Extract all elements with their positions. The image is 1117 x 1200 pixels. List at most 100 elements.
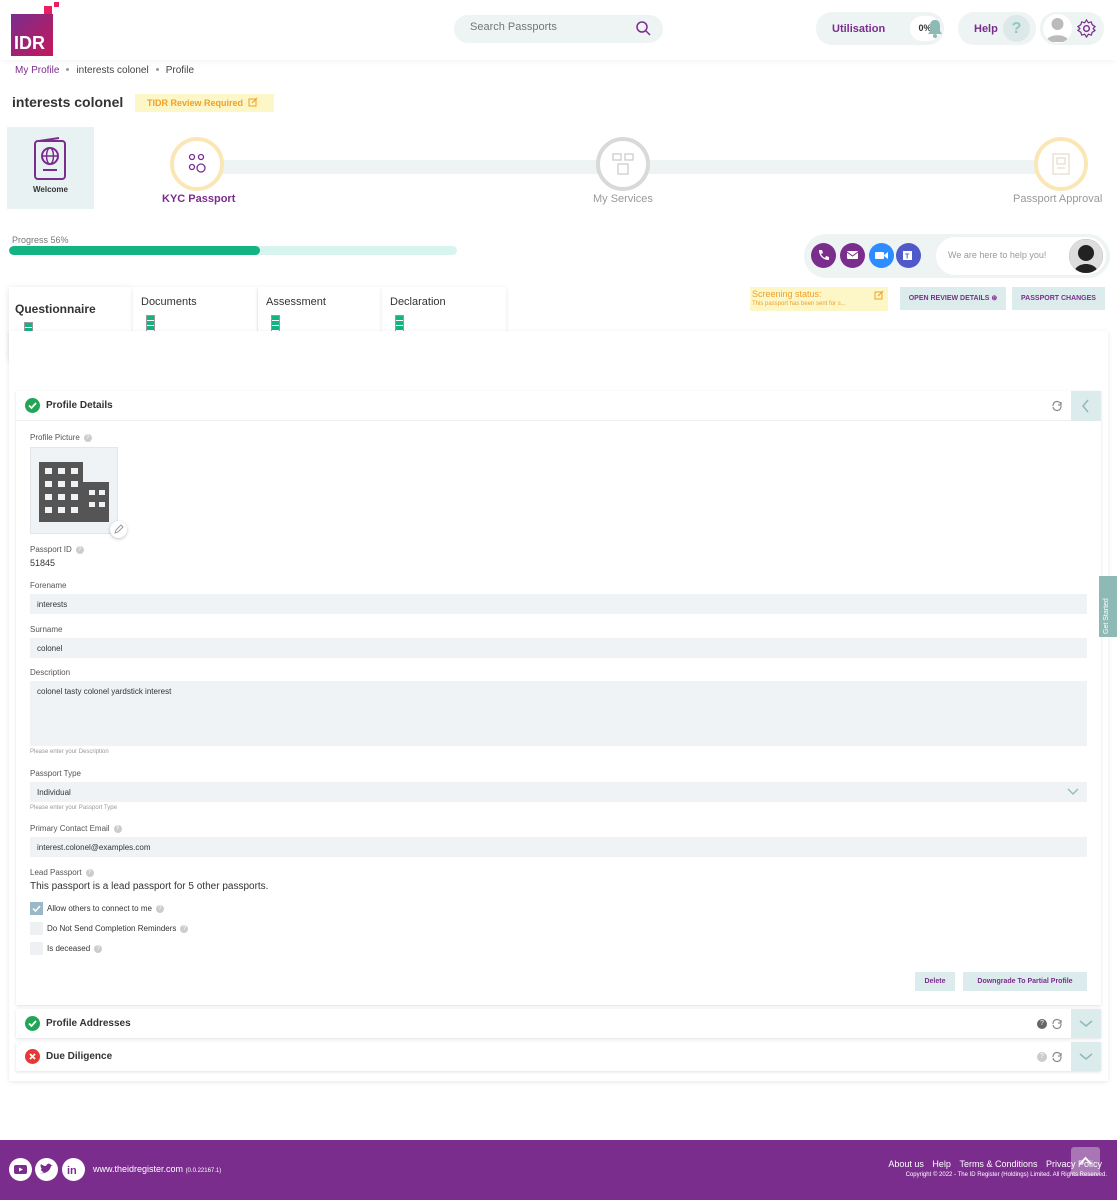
profile-addresses-section[interactable]: Profile Addresses ? xyxy=(16,1009,1101,1038)
scroll-to-top-button[interactable] xyxy=(1071,1147,1100,1176)
expand-button[interactable] xyxy=(1071,1009,1101,1038)
description-hint: Please enter your Description xyxy=(30,749,109,755)
description-field[interactable]: colonel tasty colonel yardstick interest xyxy=(30,681,1087,746)
search-icon[interactable] xyxy=(635,20,651,36)
no-reminders-checkbox[interactable] xyxy=(30,922,43,935)
due-diligence-section[interactable]: Due Diligence ? xyxy=(16,1042,1101,1071)
footer-link-terms[interactable]: Terms & Conditions xyxy=(959,1159,1037,1169)
profile-details-title: Profile Details xyxy=(46,400,113,411)
user-menu[interactable] xyxy=(1040,12,1104,45)
utilisation-widget[interactable]: Utilisation 0% xyxy=(816,12,944,45)
delete-button[interactable]: Delete xyxy=(915,972,955,991)
utilisation-label: Utilisation xyxy=(832,23,886,35)
twitter-icon[interactable] xyxy=(35,1158,58,1181)
teams-icon[interactable]: T xyxy=(896,243,921,268)
tab-declaration-label: Declaration xyxy=(390,296,446,308)
passport-type-select[interactable]: Individual xyxy=(30,782,1087,802)
pencil-icon xyxy=(114,524,124,534)
step-kyc-passport[interactable] xyxy=(170,137,224,191)
bell-icon[interactable] xyxy=(927,19,943,38)
passport-changes-button[interactable]: PASSPORT CHANGES xyxy=(1012,287,1105,310)
description-label: Description xyxy=(30,668,71,677)
help-icon[interactable]: ? xyxy=(113,824,122,833)
footer-link-help[interactable]: Help xyxy=(932,1159,951,1169)
screening-status[interactable]: Screening status: This passport has been… xyxy=(750,287,888,311)
search-box[interactable] xyxy=(454,15,663,43)
forename-field[interactable]: interests xyxy=(30,594,1087,614)
profile-picture-label: Profile Picture? xyxy=(30,433,92,442)
footer-link-about[interactable]: About us xyxy=(888,1159,924,1169)
chevron-down-icon xyxy=(1079,1053,1093,1060)
get-started-tab[interactable]: Get Started xyxy=(1099,576,1117,637)
surname-field[interactable]: colonel xyxy=(30,638,1087,658)
phone-icon[interactable] xyxy=(811,243,836,268)
linkedin-icon[interactable]: in xyxy=(62,1158,85,1181)
logo-text: IDR xyxy=(14,33,45,53)
progress-label: Progress 56% xyxy=(12,235,69,245)
step-welcome[interactable]: Welcome xyxy=(7,127,94,209)
search-input[interactable] xyxy=(470,21,630,33)
services-icon xyxy=(612,153,634,175)
tab-questionnaire-label: Questionnaire xyxy=(15,302,96,316)
gear-icon[interactable] xyxy=(1077,19,1096,38)
due-diligence-title: Due Diligence xyxy=(46,1051,113,1062)
expand-button[interactable] xyxy=(1071,1042,1101,1071)
help-icon[interactable]: ? xyxy=(85,868,94,877)
open-review-details-button[interactable]: OPEN REVIEW DETAILS ⊛ xyxy=(900,287,1006,310)
step-my-services[interactable] xyxy=(596,137,650,191)
chevron-up-icon xyxy=(1079,1156,1092,1165)
downgrade-button[interactable]: Downgrade To Partial Profile xyxy=(963,972,1087,991)
chevron-down-icon xyxy=(1079,1020,1093,1027)
lead-passport-label: Lead Passport? xyxy=(30,868,94,877)
edit-icon[interactable] xyxy=(874,290,884,300)
footer-links: About us Help Terms & Conditions Privacy… xyxy=(882,1159,1102,1169)
lead-passport-text: This passport is a lead passport for 5 o… xyxy=(30,881,269,892)
email-field[interactable]: interest.colonel@examples.com xyxy=(30,837,1087,857)
help-icon[interactable]: ? xyxy=(180,924,189,933)
chevron-down-icon xyxy=(1067,788,1079,795)
is-deceased-checkbox[interactable] xyxy=(30,942,43,955)
progress-bar xyxy=(9,246,457,255)
idr-logo[interactable]: IDR xyxy=(11,2,59,56)
help-chat-box[interactable]: We are here to help you! xyxy=(936,237,1106,275)
collapse-button[interactable] xyxy=(1071,391,1101,421)
refresh-icon[interactable] xyxy=(1051,1051,1063,1063)
email-icon[interactable] xyxy=(840,243,865,268)
is-deceased-label: Is deceased? xyxy=(47,944,103,953)
refresh-icon[interactable] xyxy=(1051,400,1063,412)
allow-connect-checkbox[interactable] xyxy=(30,902,43,915)
check-icon xyxy=(32,905,41,913)
video-call-icon[interactable] xyxy=(869,243,894,268)
breadcrumb-my-profile[interactable]: My Profile xyxy=(15,65,59,76)
breadcrumb-profile-name[interactable]: interests colonel xyxy=(76,65,148,76)
passport-globe-icon xyxy=(34,137,66,180)
help-chat-text: We are here to help you! xyxy=(948,250,1047,260)
avatar[interactable] xyxy=(1043,14,1072,43)
step-passport-approval[interactable] xyxy=(1034,137,1088,191)
check-circle-icon xyxy=(25,398,40,413)
error-circle-icon xyxy=(25,1049,40,1064)
edit-icon xyxy=(248,97,257,107)
profile-picture xyxy=(30,447,118,534)
step-approval-label: Passport Approval xyxy=(1013,193,1103,205)
review-required-badge[interactable]: TIDR Review Required xyxy=(135,94,274,112)
screening-detail: This passport has been sent for s... xyxy=(752,301,846,307)
tab-assessment-label: Assessment xyxy=(266,296,326,308)
help-icon[interactable]: ? xyxy=(1037,1019,1047,1029)
profile-details-section: Profile Details Profile Picture? Passpor… xyxy=(16,391,1101,1005)
help-icon[interactable]: ? xyxy=(94,944,103,953)
help-icon[interactable]: ? xyxy=(83,433,92,442)
youtube-icon[interactable] xyxy=(9,1158,32,1181)
profile-details-header[interactable]: Profile Details xyxy=(16,391,1101,421)
help-icon[interactable]: ? xyxy=(1037,1052,1047,1062)
agent-avatar xyxy=(1069,239,1103,273)
help-icon[interactable]: ? xyxy=(155,904,164,913)
edit-picture-button[interactable] xyxy=(110,521,127,538)
help-icon[interactable]: ? xyxy=(75,545,84,554)
page-title: interests colonel xyxy=(12,94,124,110)
footer-website[interactable]: www.theidregister.com (0.0.22167.1) xyxy=(93,1164,221,1174)
contact-widget: T We are here to help you! xyxy=(804,234,1110,278)
help-button[interactable]: Help ? xyxy=(958,12,1036,45)
forename-label: Forename xyxy=(30,581,67,590)
refresh-icon[interactable] xyxy=(1051,1018,1063,1030)
